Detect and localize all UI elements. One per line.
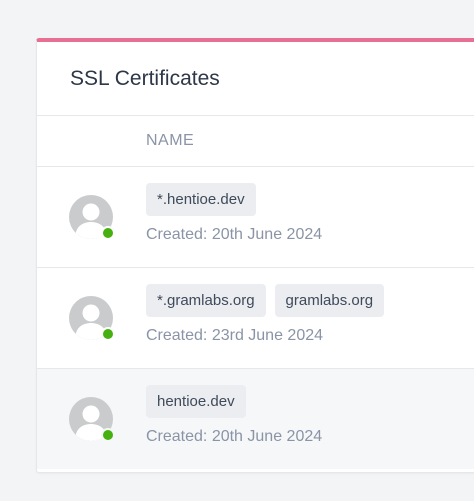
card-title: SSL Certificates	[70, 66, 220, 90]
domain-tags: *.gramlabs.org gramlabs.org	[146, 284, 385, 317]
domain-tag[interactable]: *.gramlabs.org	[146, 284, 266, 317]
ssl-certificates-card: SSL Certificates NAME *.hentioe.dev Crea…	[36, 38, 474, 473]
created-date: Created: 20th June 2024	[146, 226, 323, 243]
table-row[interactable]: *.gramlabs.org gramlabs.org Created: 23r…	[37, 268, 474, 369]
created-date: Created: 23rd June 2024	[146, 327, 324, 344]
domain-tag[interactable]: gramlabs.org	[274, 284, 385, 317]
domain-tags: *.hentioe.dev	[146, 183, 256, 216]
table-row[interactable]: hentioe.dev Created: 20th June 2024	[37, 369, 474, 469]
status-online-icon	[101, 428, 115, 442]
status-online-icon	[101, 327, 115, 341]
column-header-name[interactable]: NAME	[146, 132, 194, 150]
table-row[interactable]: *.hentioe.dev Created: 20th June 2024	[37, 167, 474, 268]
table-header: NAME	[37, 116, 474, 167]
status-online-icon	[101, 226, 115, 240]
domain-tag[interactable]: *.hentioe.dev	[146, 183, 256, 216]
card-header: SSL Certificates	[37, 42, 474, 116]
domain-tags: hentioe.dev	[146, 385, 246, 418]
created-date: Created: 20th June 2024	[146, 428, 323, 445]
domain-tag[interactable]: hentioe.dev	[146, 385, 246, 418]
